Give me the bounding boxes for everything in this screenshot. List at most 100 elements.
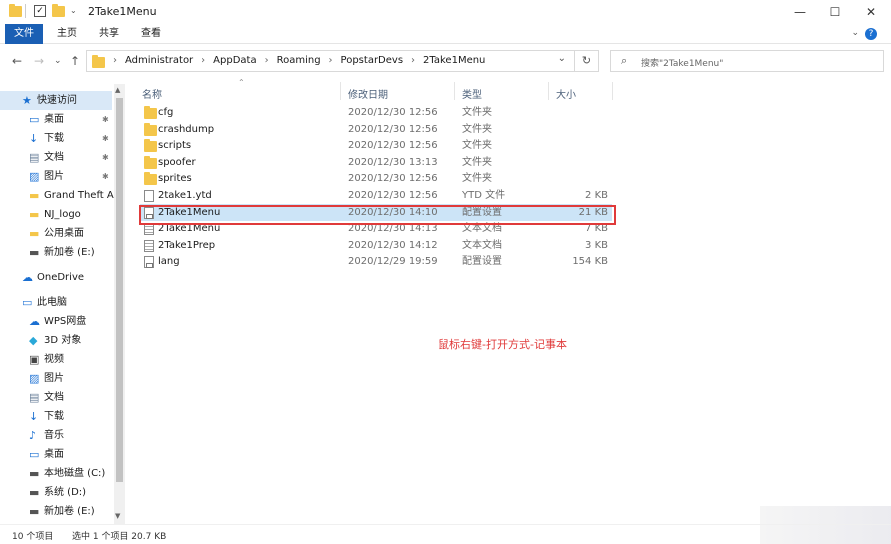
column-size[interactable]: 大小 <box>556 86 576 101</box>
download-icon: ↓ <box>29 132 39 145</box>
file-date: 2020/12/30 12:56 <box>348 140 438 152</box>
sort-ascending-icon: ⌃ <box>238 78 245 87</box>
file-row[interactable]: sprites 2020/12/30 12:56 文件夹 <box>140 170 612 187</box>
window-title: 2Take1Menu <box>88 5 157 18</box>
scroll-thumb[interactable] <box>116 98 123 482</box>
file-type: 文件夹 <box>462 173 492 185</box>
sidebar-item-label: 新加卷 (E:) <box>44 247 95 258</box>
sidebar-item-label: 音乐 <box>44 430 64 441</box>
column-date[interactable]: 修改日期 <box>348 86 388 101</box>
file-date: 2020/12/30 12:56 <box>348 173 438 185</box>
maximize-button[interactable]: ☐ <box>818 0 852 24</box>
music-icon: ♪ <box>29 429 37 442</box>
tab-view[interactable]: 查看 <box>131 24 171 44</box>
recent-locations-icon[interactable]: ⌄ <box>54 56 62 66</box>
computer-icon: ▭ <box>22 296 33 309</box>
pin-icon: ✱ <box>102 153 109 162</box>
forward-icon[interactable]: → <box>34 54 44 68</box>
column-headers: 名称 修改日期 类型 大小 <box>136 80 891 102</box>
up-icon[interactable]: ↑ <box>70 54 80 68</box>
search-box[interactable]: ⌕ 搜索"2Take1Menu" <box>610 50 884 72</box>
sidebar-item-label: 公用桌面 <box>44 228 84 239</box>
sidebar-item-label: NJ_logo <box>44 209 81 220</box>
sidebar-item-label: 3D 对象 <box>44 335 82 346</box>
text-file-icon <box>144 239 156 252</box>
file-row[interactable]: lang 2020/12/29 19:59 配置设置 154 KB <box>140 253 612 270</box>
breadcrumb-popstardevs[interactable]: PopstarDevs <box>341 55 404 66</box>
item-count: 10 个项目 <box>12 532 54 542</box>
file-type: 配置设置 <box>462 256 502 268</box>
cloud-icon: ☁ <box>22 271 33 284</box>
refresh-icon[interactable]: ↻ <box>574 51 598 71</box>
pin-icon: ✱ <box>102 134 109 143</box>
file-name: lang <box>158 256 180 268</box>
file-date: 2020/12/30 12:56 <box>348 123 438 135</box>
scroll-up-icon[interactable]: ▲ <box>115 86 120 94</box>
folder-icon <box>144 122 157 136</box>
file-name: crashdump <box>158 123 215 135</box>
breadcrumb-administrator[interactable]: Administrator <box>125 55 193 66</box>
document-icon: ▤ <box>29 151 40 164</box>
tab-file[interactable]: 文件 <box>5 24 43 44</box>
file-row[interactable]: 2take1.ytd 2020/12/30 12:56 YTD 文件 2 KB <box>140 187 612 204</box>
address-dropdown-icon[interactable]: ⌄ <box>558 53 566 64</box>
file-row[interactable]: scripts 2020/12/30 12:56 文件夹 <box>140 137 612 154</box>
close-button[interactable]: ✕ <box>854 0 888 24</box>
column-type[interactable]: 类型 <box>462 86 482 101</box>
sidebar-item-label: OneDrive <box>37 272 85 283</box>
drive-icon: ▬ <box>29 467 40 480</box>
file-type: 文本文档 <box>462 239 502 251</box>
minimize-button[interactable]: — <box>783 0 817 24</box>
customize-toolbar-icon[interactable]: ⌄ <box>70 6 77 15</box>
desktop-icon: ▭ <box>29 448 40 461</box>
back-icon[interactable]: ← <box>12 54 22 68</box>
ribbon-expand-icon[interactable]: ⌄ <box>851 28 859 38</box>
config-file-icon <box>144 256 156 269</box>
file-row[interactable]: cfg 2020/12/30 12:56 文件夹 <box>140 104 612 121</box>
column-name[interactable]: 名称 <box>142 86 162 101</box>
breadcrumb-roaming[interactable]: Roaming <box>277 55 321 66</box>
sidebar-item-label: Grand Theft Au <box>44 190 121 201</box>
file-date: 2020/12/29 19:59 <box>348 256 438 268</box>
highlight-box <box>139 205 616 225</box>
cloud-icon: ☁ <box>29 315 40 328</box>
file-name: sprites <box>158 173 192 185</box>
sidebar-item-label: 文档 <box>44 152 64 163</box>
sidebar-item-label: 系统 (D:) <box>44 487 87 498</box>
file-type: 文件夹 <box>462 140 492 152</box>
folder-icon <box>144 139 157 153</box>
sidebar-item-label: 此电脑 <box>37 297 67 308</box>
search-input[interactable]: 搜索"2Take1Menu" <box>641 56 723 69</box>
sidebar-item-label: 文档 <box>44 392 64 403</box>
address-bar[interactable]: › Administrator › AppData › Roaming › Po… <box>86 50 599 72</box>
folder-icon <box>92 55 105 68</box>
sidebar-item[interactable]: ★ 快速访问 <box>0 91 112 110</box>
properties-icon[interactable]: ✓ <box>34 5 46 17</box>
video-icon: ▣ <box>29 353 40 366</box>
tab-home[interactable]: 主页 <box>47 24 87 44</box>
folder-icon <box>9 4 22 17</box>
new-folder-icon[interactable] <box>52 4 65 17</box>
breadcrumb-2take1menu[interactable]: 2Take1Menu <box>423 55 485 66</box>
breadcrumb-appdata[interactable]: AppData <box>213 55 256 66</box>
sidebar-scrollbar[interactable]: ▲ ▼ <box>114 84 125 524</box>
star-icon: ★ <box>22 94 32 107</box>
file-row[interactable]: crashdump 2020/12/30 12:56 文件夹 <box>140 121 612 138</box>
help-icon[interactable]: ? <box>865 28 877 40</box>
search-icon: ⌕ <box>621 54 628 67</box>
file-date: 2020/12/30 13:13 <box>348 156 438 168</box>
file-size: 2 KB <box>585 190 608 201</box>
scroll-down-icon[interactable]: ▼ <box>115 512 120 520</box>
sidebar-item-label: 快速访问 <box>37 95 77 106</box>
status-bar: 10 个项目 选中 1 个项目 20.7 KB <box>0 524 891 544</box>
sidebar-item-label: 下载 <box>44 133 64 144</box>
tab-share[interactable]: 共享 <box>89 24 129 44</box>
sidebar-item-label: 桌面 <box>44 114 64 125</box>
file-row[interactable]: spoofer 2020/12/30 13:13 文件夹 <box>140 154 612 171</box>
file-row[interactable]: 2Take1Prep 2020/12/30 14:12 文本文档 3 KB <box>140 237 612 254</box>
file-name: cfg <box>158 107 174 118</box>
file-type: YTD 文件 <box>462 190 506 201</box>
folder-icon: ▬ <box>29 227 40 240</box>
file-date: 2020/12/30 14:12 <box>348 239 438 251</box>
folder-icon: ▬ <box>29 189 40 202</box>
